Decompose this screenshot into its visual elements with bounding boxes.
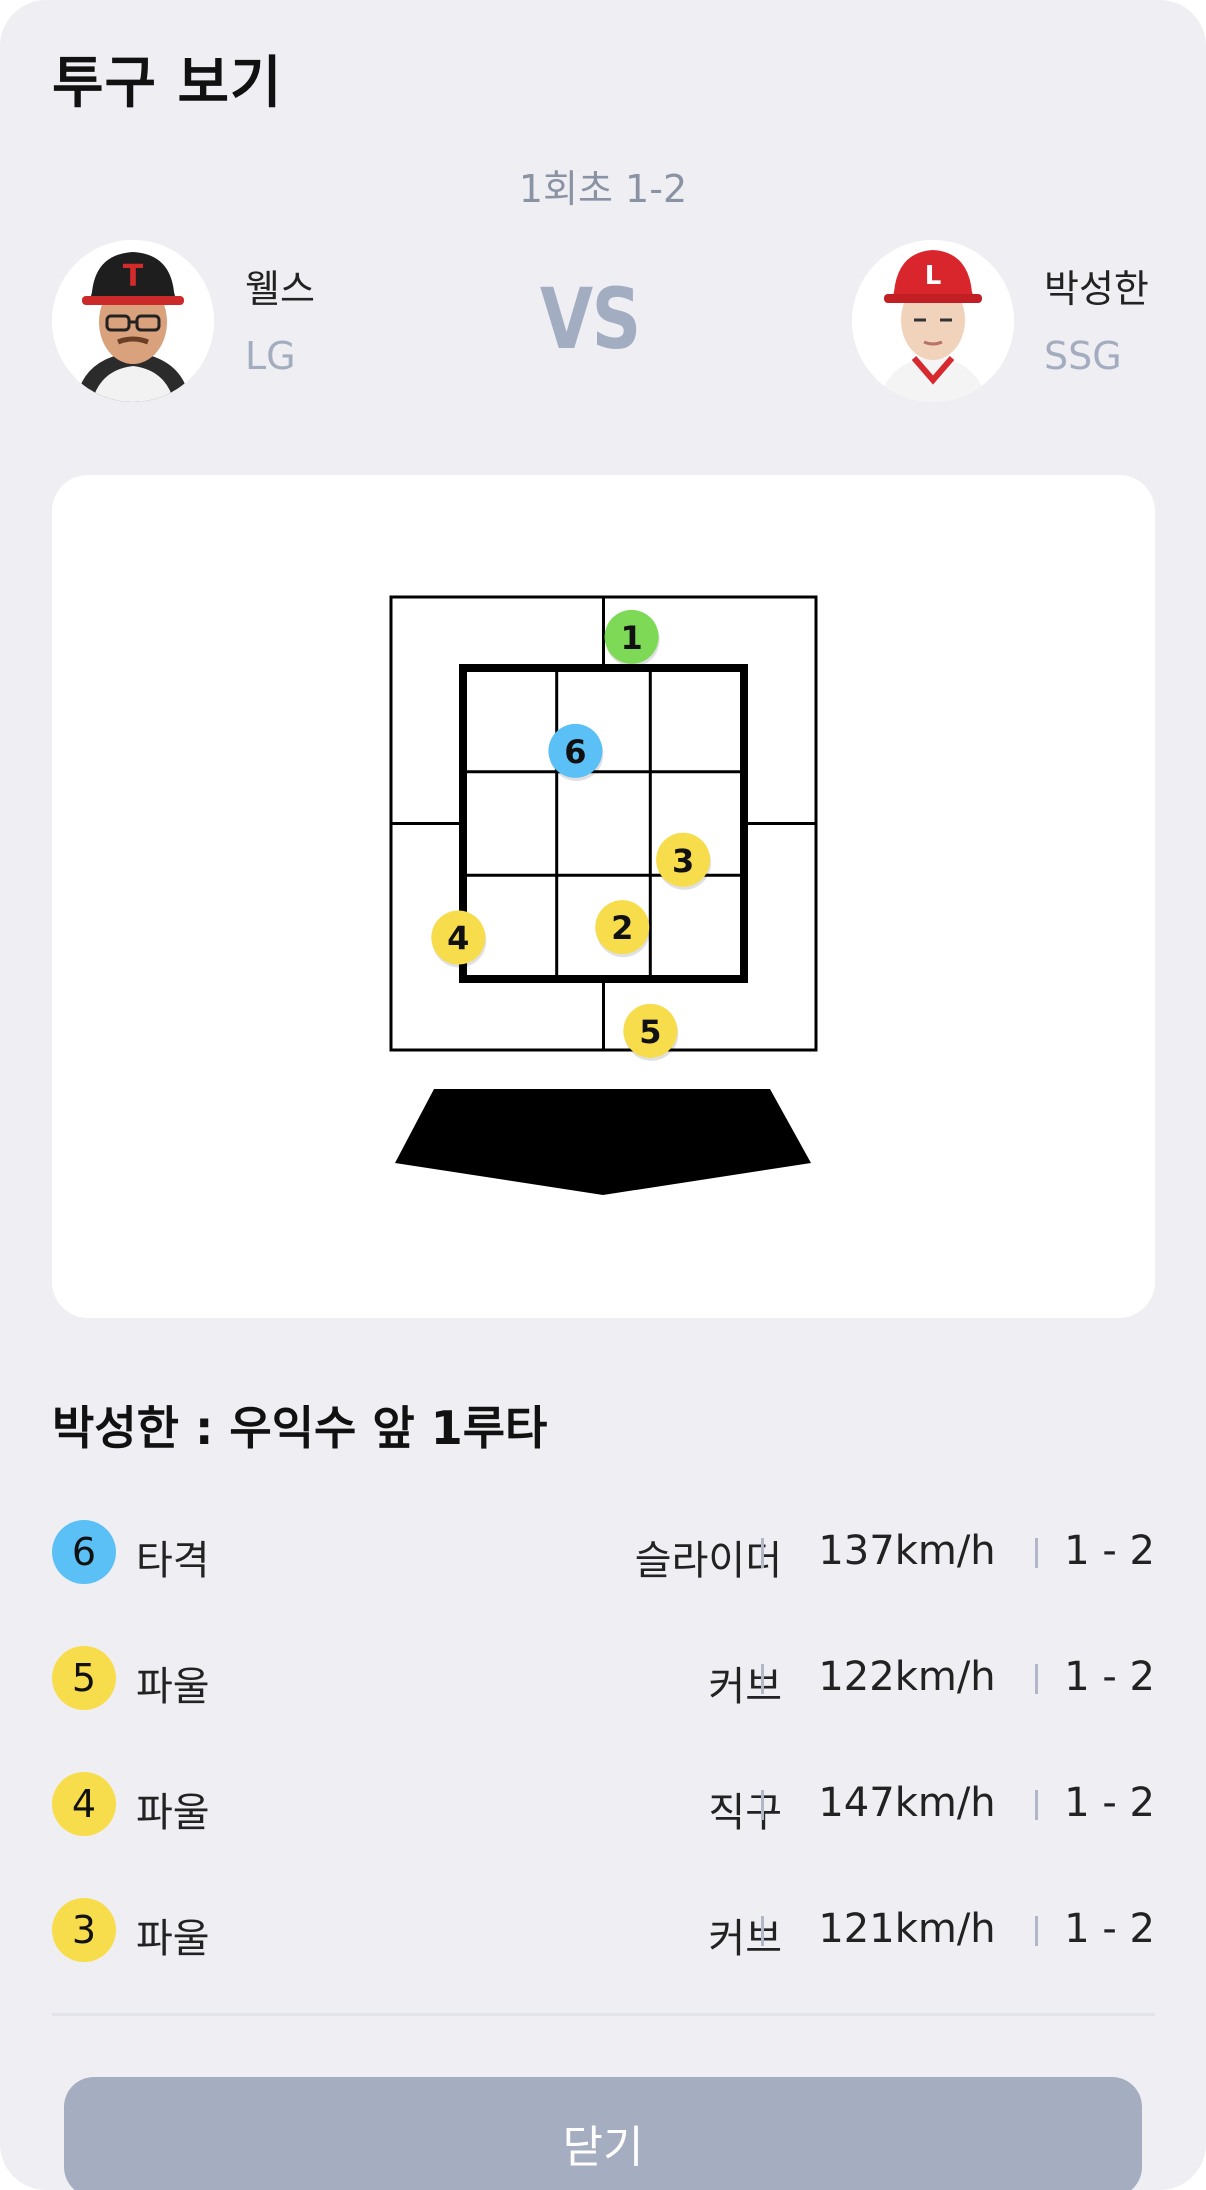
pitch-marker-label: 2 (611, 909, 633, 947)
separator (761, 1790, 764, 1820)
pitch-type: 직구 (708, 1790, 782, 1836)
pitch-count: 1 - 2 (1064, 1780, 1155, 1826)
pitch-speed: 122km/h (818, 1654, 996, 1700)
close-button[interactable]: 닫기 (64, 2077, 1142, 2190)
at-bat-result: 박성한 : 우익수 앞 1루타 (52, 1401, 548, 1455)
pitcher-avatar: T (52, 240, 214, 402)
pitch-type: 커브 (708, 1664, 782, 1710)
strike-zone-card: 1 2 3 4 5 6 (52, 475, 1155, 1318)
pitch-number-badge: 4 (52, 1772, 116, 1836)
strike-zone-diagram: 1 2 3 4 5 6 (389, 595, 818, 1195)
pitcher-team: LG (245, 334, 296, 378)
separator (1035, 1916, 1038, 1946)
pitch-count: 1 - 2 (1064, 1528, 1155, 1574)
pitch-marker-2[interactable]: 2 (595, 900, 651, 958)
pitch-result: 파울 (136, 1790, 210, 1836)
separator (761, 1664, 764, 1694)
batter-team: SSG (1044, 334, 1122, 378)
home-plate (395, 1089, 811, 1195)
svg-text:T: T (123, 259, 144, 294)
pitch-marker-label: 6 (564, 733, 586, 771)
pitch-marker-label: 1 (620, 619, 642, 657)
inning-label: 1회초 1-2 (518, 167, 688, 211)
pitch-count: 1 - 2 (1064, 1906, 1155, 1952)
separator (761, 1916, 764, 1946)
batter-avatar: L (852, 240, 1014, 402)
pitch-row[interactable]: 5 파울 커브 122km/h 1 - 2 (52, 1646, 1155, 1712)
pitch-row[interactable]: 3 파울 커브 121km/h 1 - 2 (52, 1898, 1155, 1964)
svg-text:L: L (925, 261, 942, 291)
pitch-marker-3[interactable]: 3 (656, 832, 712, 890)
pitch-marker-5[interactable]: 5 (623, 1003, 679, 1061)
page-title: 투구 보기 (52, 51, 283, 116)
pitch-result: 파울 (136, 1664, 210, 1710)
separator (1035, 1790, 1038, 1820)
pitch-number-badge: 5 (52, 1646, 116, 1710)
pitch-result: 파울 (136, 1916, 210, 1962)
pitch-speed: 137km/h (818, 1528, 996, 1574)
separator (761, 1538, 764, 1568)
pitch-row[interactable]: 4 파울 직구 147km/h 1 - 2 (52, 1772, 1155, 1838)
pitch-speed: 147km/h (818, 1780, 996, 1826)
pitcher-name: 웰스 (245, 267, 315, 311)
pitch-count: 1 - 2 (1064, 1654, 1155, 1700)
pitch-marker-label: 5 (639, 1013, 661, 1051)
pitch-number-badge: 3 (52, 1898, 116, 1962)
pitch-result: 타격 (136, 1538, 210, 1584)
list-divider (52, 2013, 1155, 2016)
batter-info[interactable]: L 박성한 SSG (852, 240, 1162, 404)
vs-label: VS (539, 270, 641, 368)
pitch-marker-label: 3 (672, 842, 694, 880)
pitch-type: 커브 (708, 1916, 782, 1962)
separator (1035, 1664, 1038, 1694)
pitch-markers: 1 2 3 4 5 6 (431, 609, 712, 1061)
pitch-type: 슬라이더 (634, 1538, 782, 1584)
separator (1035, 1538, 1038, 1568)
pitch-marker-4[interactable]: 4 (431, 910, 487, 968)
pitch-marker-1[interactable]: 1 (604, 609, 660, 667)
pitch-row[interactable]: 6 타격 슬라이더 137km/h 1 - 2 (52, 1520, 1155, 1586)
pitch-view-sheet: 투구 보기 1회초 1-2 T 웰스 LG VS L 박성한 SSG 1 2 3… (0, 0, 1206, 2190)
pitch-marker-label: 4 (447, 920, 469, 958)
batter-name: 박성한 (1044, 267, 1149, 311)
pitcher-info[interactable]: T 웰스 LG (52, 240, 352, 404)
pitch-number-badge: 6 (52, 1520, 116, 1584)
pitch-speed: 121km/h (818, 1906, 996, 1952)
